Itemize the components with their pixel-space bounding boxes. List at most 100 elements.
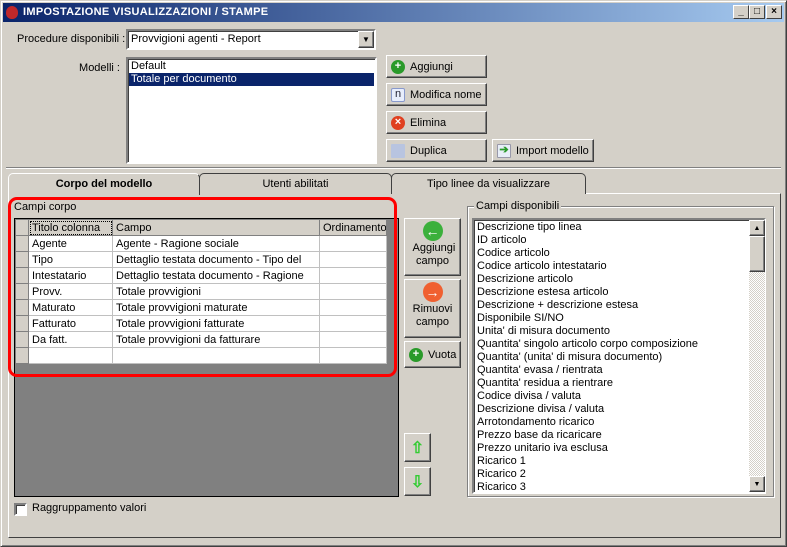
scroll-up-button[interactable]: ▲	[749, 220, 765, 236]
delete-icon: ×	[391, 115, 405, 130]
table-row[interactable]: Maturato Totale provvigioni maturate	[15, 299, 387, 316]
minimize-button[interactable]: _	[733, 5, 749, 19]
import-modello-button[interactable]: ➔ Import modello	[492, 139, 594, 162]
modelli-list[interactable]: Default Totale per documento	[126, 57, 377, 164]
list-item[interactable]: Descrizione estesa articolo	[475, 286, 747, 299]
table-row[interactable]: Intestatario Dettaglio testata documento …	[15, 267, 387, 284]
cell-titolo[interactable]: Intestatario	[28, 267, 113, 284]
separator	[6, 167, 781, 169]
table-row[interactable]: Provv. Totale provvigioni	[15, 283, 387, 300]
row-indicator[interactable]	[15, 315, 29, 332]
list-item[interactable]: Quantita' residua a rientrare	[475, 377, 747, 390]
list-item[interactable]: Quantita' (unita' di misura documento)	[475, 351, 747, 364]
row-indicator[interactable]	[15, 347, 29, 364]
row-indicator[interactable]	[15, 267, 29, 284]
list-item[interactable]: Ricarico 3	[475, 481, 747, 492]
list-item[interactable]: Ricarico 2	[475, 468, 747, 481]
copy-icon	[391, 143, 405, 158]
cell-titolo[interactable]: Agente	[28, 235, 113, 252]
cell-campo[interactable]: Totale provvigioni da fatturare	[112, 331, 320, 348]
chevron-down-icon[interactable]: ▼	[358, 31, 374, 48]
cell-titolo[interactable]: Provv.	[28, 283, 113, 300]
list-item[interactable]: Prezzo unitario iva esclusa	[475, 442, 747, 455]
move-up-button[interactable]: ⇧	[404, 433, 431, 462]
cell-campo[interactable]: Totale provvigioni maturate	[112, 299, 320, 316]
rimuovi-campo-button[interactable]: → Rimuovi campo	[404, 279, 461, 338]
modifica-nome-button[interactable]: n Modifica nome	[386, 83, 487, 106]
campi-disponibili-list[interactable]: Descrizione tipo linea ID articolo Codice …	[472, 218, 766, 494]
tab-corpo-del-modello[interactable]: Corpo del modello	[8, 173, 200, 195]
cell-titolo[interactable]: Da fatt.	[28, 331, 113, 348]
cell-campo[interactable]: Agente - Ragione sociale	[112, 235, 320, 252]
table-row[interactable]: Tipo Dettaglio testata documento - Tipo d…	[15, 251, 387, 268]
close-button[interactable]: ×	[766, 5, 782, 19]
list-item[interactable]: Codice articolo intestatario	[475, 260, 747, 273]
row-indicator[interactable]	[15, 299, 29, 316]
scrollbar[interactable]: ▲ ▼	[749, 220, 765, 492]
procedure-label: Procedure disponibili :	[17, 33, 126, 45]
cell-ordinamento[interactable]	[319, 251, 387, 268]
table-row[interactable]	[15, 347, 387, 364]
list-item[interactable]: Quantita' evasa / rientrata	[475, 364, 747, 377]
row-indicator[interactable]	[15, 283, 29, 300]
list-item-selected[interactable]: Totale per documento	[129, 73, 374, 86]
cell-campo[interactable]: Totale provvigioni	[112, 283, 320, 300]
tab-utenti-abilitati[interactable]: Utenti abilitati	[199, 173, 392, 194]
header-titolo-colonna[interactable]: Titolo colonna	[28, 219, 113, 236]
raggruppamento-label: Raggruppamento valori	[32, 502, 147, 514]
grid-header: Titolo colonna Campo Ordinamento	[15, 219, 387, 236]
list-item[interactable]: Descrizione + descrizione estesa	[475, 299, 747, 312]
list-item[interactable]: Disponibile SI/NO	[475, 312, 747, 325]
list-item[interactable]: Unita' di misura documento	[475, 325, 747, 338]
row-indicator[interactable]	[15, 235, 29, 252]
cell-titolo[interactable]: Fatturato	[28, 315, 113, 332]
cell-ordinamento[interactable]	[319, 299, 387, 316]
tab-tipo-linee[interactable]: Tipo linee da visualizzare	[391, 173, 586, 194]
list-item[interactable]: Quantita' singolo articolo corpo composi…	[475, 338, 747, 351]
list-item[interactable]: Descrizione articolo	[475, 273, 747, 286]
row-indicator[interactable]	[15, 251, 29, 268]
cell-titolo[interactable]	[28, 347, 113, 364]
cell-titolo[interactable]: Tipo	[28, 251, 113, 268]
cell-campo[interactable]	[112, 347, 320, 364]
list-item[interactable]: Codice divisa / valuta	[475, 390, 747, 403]
list-item[interactable]: Prezzo base da ricaricare	[475, 429, 747, 442]
elimina-button[interactable]: × Elimina	[386, 111, 487, 134]
cell-ordinamento[interactable]	[319, 347, 387, 364]
list-item[interactable]: Ricarico 1	[475, 455, 747, 468]
scroll-thumb[interactable]	[749, 236, 765, 272]
table-row[interactable]: Agente Agente - Ragione sociale	[15, 235, 387, 252]
cell-ordinamento[interactable]	[319, 267, 387, 284]
cell-ordinamento[interactable]	[319, 331, 387, 348]
header-campo[interactable]: Campo	[112, 219, 320, 236]
cell-campo[interactable]: Dettaglio testata documento - Ragione	[112, 267, 320, 284]
list-item[interactable]: Descrizione tipo linea	[475, 221, 747, 234]
vuota-button[interactable]: + Vuota	[404, 341, 461, 368]
list-item[interactable]: Arrotondamento ricarico	[475, 416, 747, 429]
procedure-select[interactable]: Provvigioni agenti - Report ▼	[126, 29, 376, 50]
campi-corpo-grid[interactable]: Titolo colonna Campo Ordinamento Agente Age…	[14, 218, 399, 497]
aggiungi-campo-button[interactable]: ← Aggiungi campo	[404, 218, 461, 276]
scroll-down-button[interactable]: ▼	[749, 476, 765, 492]
list-item[interactable]: ID articolo	[475, 234, 747, 247]
cell-campo[interactable]: Totale provvigioni fatturate	[112, 315, 320, 332]
row-indicator[interactable]	[15, 331, 29, 348]
title-bar: IMPOSTAZIONE VISUALIZZAZIONI / STAMPE	[3, 3, 784, 22]
header-ordinamento[interactable]: Ordinamento	[319, 219, 387, 236]
table-row[interactable]: Da fatt. Totale provvigioni da fatturare	[15, 331, 387, 348]
cell-campo[interactable]: Dettaglio testata documento - Tipo del	[112, 251, 320, 268]
maximize-button[interactable]: □	[749, 5, 765, 19]
list-item[interactable]: Codice articolo	[475, 247, 747, 260]
list-item[interactable]: Descrizione divisa / valuta	[475, 403, 747, 416]
aggiungi-button[interactable]: + Aggiungi	[386, 55, 487, 78]
list-item[interactable]: Default	[129, 60, 374, 73]
duplica-button[interactable]: Duplica	[386, 139, 487, 162]
move-down-button[interactable]: ⇩	[404, 467, 431, 496]
cell-ordinamento[interactable]	[319, 315, 387, 332]
cell-ordinamento[interactable]	[319, 283, 387, 300]
table-row[interactable]: Fatturato Totale provvigioni fatturate	[15, 315, 387, 332]
cell-titolo[interactable]: Maturato	[28, 299, 113, 316]
raggruppamento-checkbox[interactable]	[14, 503, 27, 516]
cell-ordinamento[interactable]	[319, 235, 387, 252]
app-icon	[6, 6, 18, 19]
